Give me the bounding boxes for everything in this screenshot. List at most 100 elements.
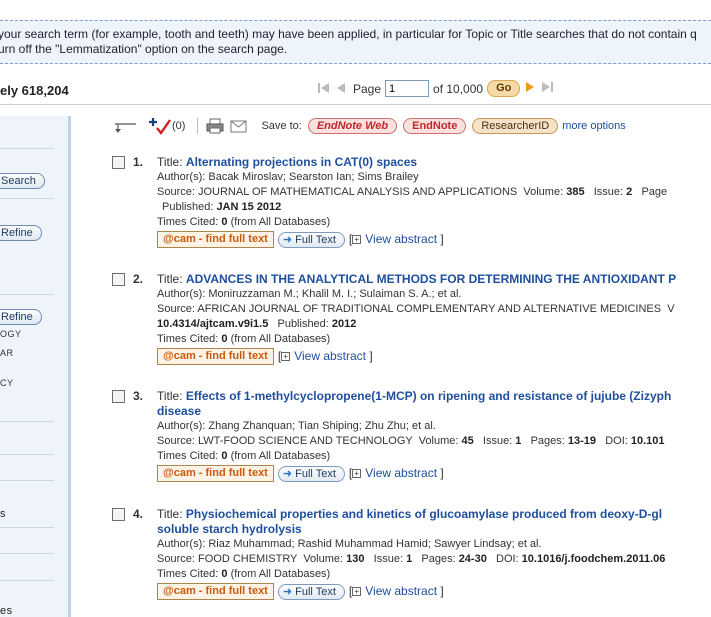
sidebar-divider <box>0 148 54 149</box>
sidebar-category-5[interactable]: es <box>0 605 13 617</box>
record-checkbox[interactable] <box>112 156 125 169</box>
record-checkbox[interactable] <box>112 273 125 286</box>
from-all-databases: (from All Databases) <box>230 450 331 462</box>
view-abstract-toggle[interactable]: [+ View abstract ] <box>349 584 444 599</box>
results-count: ely 618,204 <box>0 83 69 98</box>
source-label: Source: <box>157 303 195 315</box>
record-title-link[interactable]: Alternating projections in CAT(0) spaces <box>186 155 417 169</box>
cam-find-full-text-button[interactable]: @cam - find full text <box>157 231 274 248</box>
record-pages: 13-19 <box>567 435 597 447</box>
sidebar-category-3[interactable]: CY <box>0 378 14 388</box>
record-volume: 45 <box>461 435 474 447</box>
view-abstract-toggle[interactable]: [+ View abstract ] <box>278 349 373 364</box>
record-published: JAN 15 2012 <box>216 201 282 213</box>
add-to-marked-list-icon[interactable] <box>148 117 172 135</box>
from-all-databases: (from All Databases) <box>230 216 331 228</box>
more-options-link[interactable]: more options <box>562 120 626 132</box>
times-cited-label: Times Cited: <box>157 333 219 345</box>
expand-plus-icon: + <box>352 235 362 245</box>
page-number-input[interactable] <box>385 80 430 97</box>
researcherid-button[interactable]: ResearcherID <box>472 118 559 134</box>
full-text-label: Full Text <box>295 233 336 246</box>
authors-label: Author(s): <box>157 288 206 300</box>
record-pages: 24-30 <box>458 553 487 565</box>
view-abstract-toggle[interactable]: [+ View abstract ] <box>349 466 444 481</box>
issue-label: Issue: <box>593 186 627 198</box>
select-arrow-icon[interactable] <box>112 118 138 134</box>
record-title-link-cont[interactable]: soluble starch hydrolysis <box>157 522 302 536</box>
next-page-icon[interactable] <box>524 81 536 96</box>
record-title-link-cont[interactable]: disease <box>157 404 201 418</box>
pages-label: Pages: <box>421 553 459 565</box>
volume-label: Volume: <box>303 553 347 565</box>
expand-plus-icon: + <box>281 352 291 362</box>
volume-label: Volume: <box>523 186 567 198</box>
sidebar-divider <box>0 294 54 295</box>
record-title-link[interactable]: ADVANCES IN THE ANALYTICAL METHODS FOR D… <box>186 272 676 286</box>
record-title-link[interactable]: Physiochemical properties and kinetics o… <box>186 507 662 521</box>
sidebar-refine-button-1[interactable]: Refine <box>0 225 42 241</box>
source-label: Source: <box>157 435 195 447</box>
sidebar-divider <box>0 553 54 554</box>
lemmatization-notice: your search term (for example, tooth and… <box>0 20 711 64</box>
sidebar-search-button[interactable]: Search <box>0 173 45 189</box>
full-text-label: Full Text <box>295 585 336 598</box>
sidebar-category-2[interactable]: AR <box>0 348 14 358</box>
sidebar-category-1[interactable]: OGY <box>0 329 22 339</box>
cam-find-full-text-button[interactable]: @cam - find full text <box>157 583 274 600</box>
first-page-icon[interactable] <box>317 82 331 96</box>
print-icon[interactable] <box>206 118 224 134</box>
prev-page-icon[interactable] <box>335 82 349 96</box>
record-number: 2. <box>133 272 144 286</box>
record-authors: Moniruzzaman M.; Khalil M. I.; Sulaiman … <box>208 288 462 300</box>
view-abstract-link[interactable]: View abstract <box>365 466 437 480</box>
email-icon[interactable] <box>230 120 247 133</box>
view-abstract-link[interactable]: View abstract <box>365 232 437 246</box>
record-number: 4. <box>133 507 144 521</box>
full-text-button[interactable]: ➜ Full Text <box>277 583 345 600</box>
arrow-right-icon: ➜ <box>282 467 293 480</box>
sidebar-divider <box>0 198 54 199</box>
record-times-cited: 0 <box>221 450 228 462</box>
last-page-icon[interactable] <box>540 81 554 96</box>
record-source: FOOD CHEMISTRY <box>197 553 298 565</box>
record-times-cited: 0 <box>221 568 228 580</box>
marked-count: (0) <box>172 120 186 132</box>
view-abstract-link[interactable]: View abstract <box>365 584 437 598</box>
record-published: 2012 <box>331 318 357 330</box>
endnote-button[interactable]: EndNote <box>403 118 467 134</box>
issue-label: Issue: <box>482 435 516 447</box>
issue-label: Issue: <box>373 553 407 565</box>
sidebar-divider <box>0 580 54 581</box>
authors-label: Author(s): <box>157 420 206 432</box>
view-abstract-toggle[interactable]: [+ View abstract ] <box>349 232 444 247</box>
full-text-button[interactable]: ➜ Full Text <box>277 465 345 482</box>
endnote-web-button[interactable]: EndNote Web <box>307 118 398 134</box>
notice-line-1: your search term (for example, tooth and… <box>0 27 697 41</box>
record-title-link[interactable]: Effects of 1-methylcyclopropene(1-MCP) o… <box>186 389 671 403</box>
view-abstract-link[interactable]: View abstract <box>294 349 366 363</box>
cam-find-full-text-button[interactable]: @cam - find full text <box>157 465 274 482</box>
full-text-button[interactable]: ➜ Full Text <box>277 231 345 248</box>
sidebar-category-4[interactable]: s <box>0 508 6 520</box>
record-checkbox[interactable] <box>112 390 125 403</box>
notice-line-2: urn off the "Lemmatization" option on th… <box>0 42 288 56</box>
go-button[interactable]: Go <box>487 80 521 97</box>
volume-label: Volume: <box>418 435 462 447</box>
from-all-databases: (from All Databases) <box>230 568 331 580</box>
expand-plus-icon: + <box>352 587 362 597</box>
arrow-right-icon: ➜ <box>282 233 293 246</box>
record-doi: 10.1016/j.foodchem.2011.06 <box>521 553 666 565</box>
source-label: Source: <box>157 553 195 565</box>
results-toolbar: (0) Save to: EndNote Web EndNote Researc… <box>112 116 626 136</box>
sidebar-refine-button-2[interactable]: Refine <box>0 309 42 325</box>
page-label: Page <box>353 81 382 96</box>
doi-label: DOI: <box>496 553 522 565</box>
record-authors: Riaz Muhammad; Rashid Muhammad Hamid; Sa… <box>208 538 542 550</box>
title-label: Title: <box>157 155 183 169</box>
doi-label: DOI: <box>605 435 631 447</box>
record-issue: 2 <box>626 186 633 198</box>
record-times-cited: 0 <box>221 333 228 345</box>
record-checkbox[interactable] <box>112 508 125 521</box>
cam-find-full-text-button[interactable]: @cam - find full text <box>157 348 274 365</box>
